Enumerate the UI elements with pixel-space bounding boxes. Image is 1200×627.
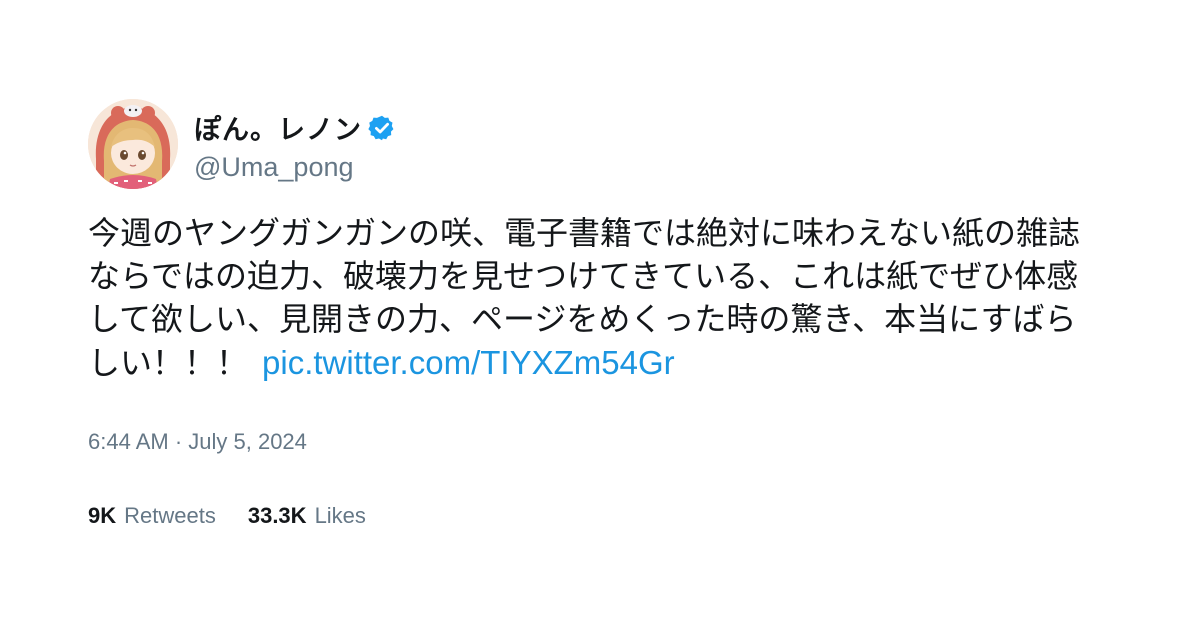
- tweet-timestamp[interactable]: 6:44 AM · July 5, 2024: [88, 429, 1112, 455]
- display-name[interactable]: ぽん。レノン: [194, 108, 362, 147]
- avatar[interactable]: [88, 99, 178, 189]
- retweets-count[interactable]: 9K: [88, 503, 116, 529]
- display-name-row: ぽん。レノン: [194, 106, 396, 150]
- tweet-media-link[interactable]: pic.twitter.com/TIYXZm54Gr: [262, 344, 675, 381]
- avatar-image: [88, 99, 178, 189]
- verified-badge-icon: [368, 114, 396, 142]
- tweet-stats: 9K Retweets 33.3K Likes: [88, 503, 1112, 529]
- tweet-header: ぽん。レノン @Uma_pong: [88, 98, 1112, 190]
- tweet-card: ぽん。レノン @Uma_pong 今週のヤングガンガンの咲、電子書籍では絶対に味…: [88, 98, 1112, 529]
- user-handle[interactable]: @Uma_pong: [194, 152, 396, 183]
- likes-count[interactable]: 33.3K: [248, 503, 307, 529]
- user-names: ぽん。レノン @Uma_pong: [194, 106, 396, 183]
- likes-label[interactable]: Likes: [315, 503, 366, 529]
- retweets-label[interactable]: Retweets: [124, 503, 216, 529]
- tweet-text: 今週のヤングガンガンの咲、電子書籍では絶対に味わえない紙の雑誌ならではの迫力、破…: [88, 212, 1098, 385]
